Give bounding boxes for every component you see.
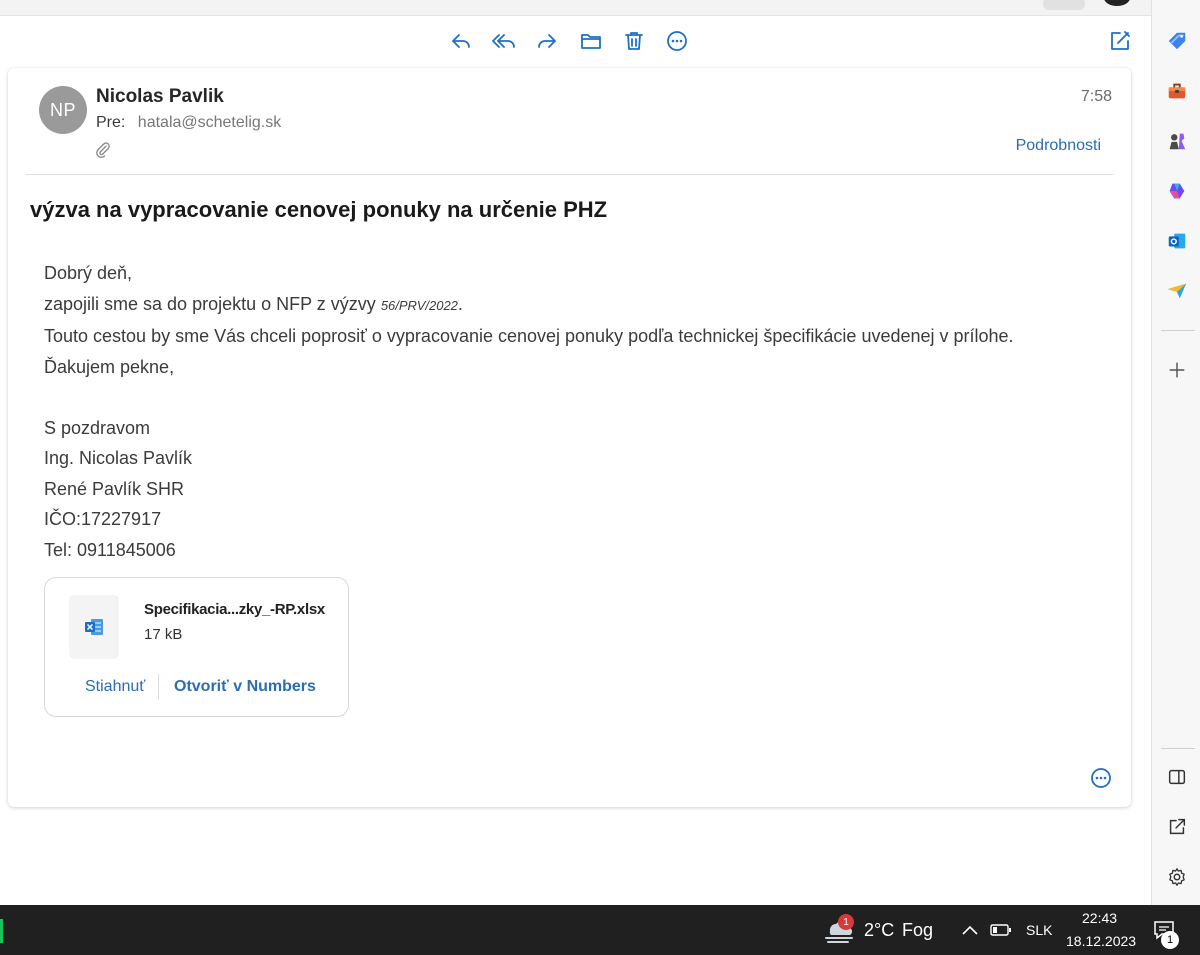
- reply-button[interactable]: [446, 26, 476, 56]
- signature-company: René Pavlík SHR: [44, 478, 185, 499]
- sidebar-item-send[interactable]: [1164, 278, 1190, 304]
- sidebar-settings-button[interactable]: [1164, 864, 1190, 890]
- sidebar-item-outlook[interactable]: [1164, 228, 1190, 254]
- send-icon: [1167, 283, 1187, 299]
- recipient-email[interactable]: hatala@schetelig.sk: [138, 114, 281, 131]
- tab-handle[interactable]: [1043, 0, 1085, 10]
- body-line-3: Touto cestou by sme Vás chceli poprosiť …: [44, 326, 1014, 346]
- attachment-action-divider: [158, 674, 159, 700]
- call-reference: 56/PRV/2022: [380, 297, 458, 313]
- sidebar-item-tags[interactable]: [1164, 28, 1190, 54]
- open-in-numbers-button[interactable]: Otvoriť v Numbers: [174, 678, 316, 696]
- sidebar-item-games[interactable]: [1164, 128, 1190, 154]
- forward-button[interactable]: [532, 26, 562, 56]
- compose-icon: [1111, 31, 1130, 50]
- message-time: 7:58: [1080, 88, 1112, 105]
- keyboard-language[interactable]: SLK: [1026, 922, 1052, 938]
- weather-alert-badge: 1: [838, 914, 854, 930]
- add-icon: [1169, 362, 1185, 378]
- body-line-4: Ďakujem pekne,: [44, 356, 175, 377]
- chevron-up-icon[interactable]: [960, 921, 980, 939]
- sender-name[interactable]: Nicolas Pavlik: [96, 86, 224, 108]
- signature-tel[interactable]: Tel: 0911845006: [44, 535, 1014, 566]
- message-card: NP Nicolas Pavlik Pre: hatala@schetelig.…: [8, 68, 1131, 807]
- move-button[interactable]: [576, 26, 606, 56]
- sidebar-item-tools[interactable]: [1164, 78, 1190, 104]
- open-external-button[interactable]: [1164, 814, 1190, 840]
- compose-button[interactable]: [1105, 26, 1135, 56]
- split-view-button[interactable]: [1164, 764, 1190, 790]
- details-link[interactable]: Podrobnosti: [1016, 137, 1101, 155]
- more-actions-button[interactable]: [662, 26, 692, 56]
- attachment-file-name[interactable]: Specifikacia...zky_-RP.xlsx: [144, 601, 325, 618]
- body-line-2-text: zapojili sme sa do projektu o NFP z výzv…: [44, 293, 376, 314]
- attachment-card[interactable]: Specifikacia...zky_-RP.xlsx 17 kB Stiahn…: [44, 577, 349, 717]
- windows-taskbar: 1 2°C Fog SLK 22:43 18.12.2023 1: [0, 905, 1200, 955]
- delete-button[interactable]: [619, 26, 649, 56]
- body-gap: [44, 382, 1014, 413]
- download-button[interactable]: Stiahnuť: [85, 678, 145, 696]
- attachment-file-size: 17 kB: [144, 626, 183, 643]
- message-subject: výzva na vypracovanie cenovej ponuky na …: [30, 197, 608, 222]
- profile-avatar[interactable]: [1104, 0, 1130, 6]
- weather-condition[interactable]: Fog: [902, 920, 933, 941]
- chess-icon: [1169, 133, 1186, 150]
- sign-off: S pozdravom: [44, 417, 151, 438]
- tag-icon: [1168, 32, 1186, 50]
- message-toolbar: [0, 16, 1151, 66]
- copilot-icon: [1169, 183, 1185, 199]
- sidebar-separator: [1161, 330, 1195, 331]
- window-top-strip: [0, 0, 1151, 16]
- battery-icon[interactable]: [990, 923, 1012, 937]
- excel-file-icon: [85, 619, 103, 635]
- notification-count-badge: 1: [1161, 931, 1179, 949]
- split-view-icon: [1168, 769, 1186, 785]
- more-icon[interactable]: [1089, 766, 1113, 790]
- header-divider: [26, 174, 1113, 175]
- reply-all-button[interactable]: [489, 26, 519, 56]
- to-label: Pre:: [96, 114, 126, 131]
- trash-icon: [625, 32, 643, 50]
- open-external-icon: [1169, 818, 1186, 835]
- sidebar-item-copilot[interactable]: [1164, 178, 1190, 204]
- forward-icon: [538, 34, 556, 48]
- clock-time[interactable]: 22:43: [1082, 910, 1117, 926]
- clock-date[interactable]: 18.12.2023: [1066, 933, 1136, 949]
- sidebar-separator: [1161, 748, 1195, 749]
- settings-icon: [1169, 868, 1185, 886]
- reply-icon: [452, 34, 470, 48]
- add-sidebar-app-button[interactable]: [1164, 357, 1190, 383]
- signature-name: Ing. Nicolas Pavlík: [44, 448, 193, 468]
- edge-sidebar: [1151, 0, 1200, 905]
- body-line-2-end: .: [457, 293, 463, 314]
- mail-reading-pane: NP Nicolas Pavlik Pre: hatala@schetelig.…: [0, 16, 1151, 900]
- signature-ico: IČO:17227917: [44, 509, 162, 529]
- reply-all-icon: [492, 34, 515, 48]
- file-thumbnail[interactable]: [70, 596, 118, 658]
- weather-temperature[interactable]: 2°C: [864, 920, 894, 941]
- attachment-clip-icon: [96, 142, 110, 158]
- recipient-row: Pre: hatala@schetelig.sk: [96, 114, 281, 132]
- active-app-indicator: [0, 919, 3, 943]
- sender-avatar: NP: [39, 86, 87, 134]
- body-line-2: zapojili sme sa do projektu o NFP z výzv…: [44, 289, 1014, 322]
- move-folder-icon: [581, 34, 601, 49]
- more-icon: [667, 31, 687, 51]
- message-body: Dobrý deň, zapojili sme sa do projektu o…: [44, 258, 1014, 565]
- outlook-icon: [1168, 233, 1186, 249]
- toolbox-icon: [1168, 83, 1186, 99]
- body-greeting: Dobrý deň,: [44, 263, 133, 283]
